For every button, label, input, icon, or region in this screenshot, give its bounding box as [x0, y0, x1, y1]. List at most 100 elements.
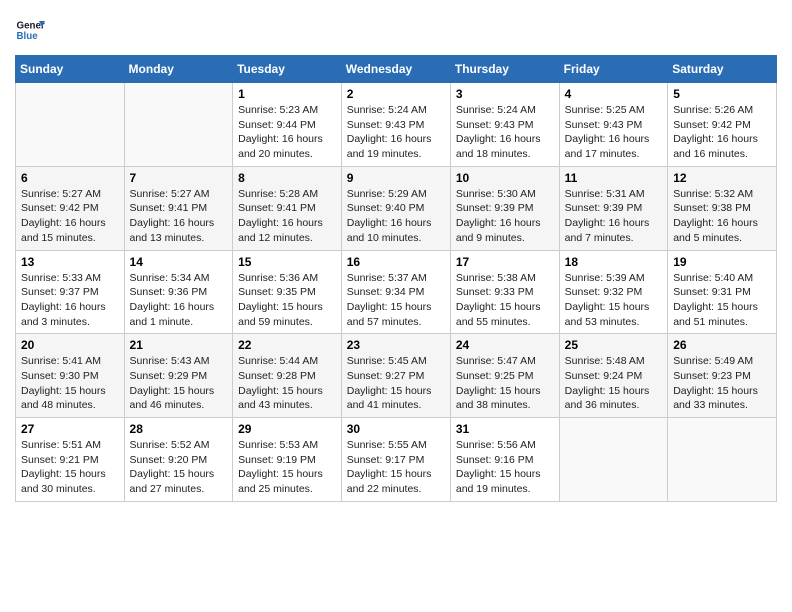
day-info: Sunrise: 5:53 AM Sunset: 9:19 PM Dayligh… [238, 438, 336, 497]
day-info: Sunrise: 5:26 AM Sunset: 9:42 PM Dayligh… [673, 103, 771, 162]
logo-icon: General Blue [15, 15, 45, 45]
day-info: Sunrise: 5:32 AM Sunset: 9:38 PM Dayligh… [673, 187, 771, 246]
day-number: 8 [238, 171, 336, 185]
day-info: Sunrise: 5:51 AM Sunset: 9:21 PM Dayligh… [21, 438, 119, 497]
day-number: 19 [673, 255, 771, 269]
calendar-cell: 9 Sunrise: 5:29 AM Sunset: 9:40 PM Daylig… [341, 166, 450, 250]
calendar-cell [559, 418, 668, 502]
calendar-cell: 18 Sunrise: 5:39 AM Sunset: 9:32 PM Dayli… [559, 250, 668, 334]
calendar-cell [668, 418, 777, 502]
calendar-body: 1 Sunrise: 5:23 AM Sunset: 9:44 PM Daylig… [16, 83, 777, 502]
day-number: 23 [347, 338, 445, 352]
day-info: Sunrise: 5:55 AM Sunset: 9:17 PM Dayligh… [347, 438, 445, 497]
day-info: Sunrise: 5:27 AM Sunset: 9:42 PM Dayligh… [21, 187, 119, 246]
day-number: 9 [347, 171, 445, 185]
week-row-3: 13 Sunrise: 5:33 AM Sunset: 9:37 PM Dayli… [16, 250, 777, 334]
day-number: 6 [21, 171, 119, 185]
page-header: General Blue [15, 15, 777, 45]
day-info: Sunrise: 5:28 AM Sunset: 9:41 PM Dayligh… [238, 187, 336, 246]
day-info: Sunrise: 5:47 AM Sunset: 9:25 PM Dayligh… [456, 354, 554, 413]
header-row: SundayMondayTuesdayWednesdayThursdayFrid… [16, 56, 777, 83]
week-row-5: 27 Sunrise: 5:51 AM Sunset: 9:21 PM Dayli… [16, 418, 777, 502]
day-info: Sunrise: 5:27 AM Sunset: 9:41 PM Dayligh… [130, 187, 228, 246]
calendar-cell: 24 Sunrise: 5:47 AM Sunset: 9:25 PM Dayli… [450, 334, 559, 418]
logo: General Blue [15, 15, 45, 45]
day-number: 18 [565, 255, 663, 269]
day-info: Sunrise: 5:45 AM Sunset: 9:27 PM Dayligh… [347, 354, 445, 413]
day-info: Sunrise: 5:37 AM Sunset: 9:34 PM Dayligh… [347, 271, 445, 330]
day-number: 3 [456, 87, 554, 101]
day-info: Sunrise: 5:56 AM Sunset: 9:16 PM Dayligh… [456, 438, 554, 497]
day-number: 22 [238, 338, 336, 352]
week-row-2: 6 Sunrise: 5:27 AM Sunset: 9:42 PM Daylig… [16, 166, 777, 250]
day-number: 20 [21, 338, 119, 352]
header-cell-sunday: Sunday [16, 56, 125, 83]
day-info: Sunrise: 5:31 AM Sunset: 9:39 PM Dayligh… [565, 187, 663, 246]
calendar-table: SundayMondayTuesdayWednesdayThursdayFrid… [15, 55, 777, 502]
calendar-cell: 28 Sunrise: 5:52 AM Sunset: 9:20 PM Dayli… [124, 418, 233, 502]
calendar-cell: 11 Sunrise: 5:31 AM Sunset: 9:39 PM Dayli… [559, 166, 668, 250]
calendar-cell: 16 Sunrise: 5:37 AM Sunset: 9:34 PM Dayli… [341, 250, 450, 334]
day-info: Sunrise: 5:30 AM Sunset: 9:39 PM Dayligh… [456, 187, 554, 246]
calendar-cell: 5Sunrise: 5:26 AM Sunset: 9:42 PM Daylig… [668, 83, 777, 167]
day-info: Sunrise: 5:49 AM Sunset: 9:23 PM Dayligh… [673, 354, 771, 413]
day-number: 21 [130, 338, 228, 352]
day-info: Sunrise: 5:39 AM Sunset: 9:32 PM Dayligh… [565, 271, 663, 330]
calendar-cell: 3Sunrise: 5:24 AM Sunset: 9:43 PM Daylig… [450, 83, 559, 167]
day-number: 11 [565, 171, 663, 185]
header-cell-monday: Monday [124, 56, 233, 83]
day-number: 27 [21, 422, 119, 436]
week-row-4: 20 Sunrise: 5:41 AM Sunset: 9:30 PM Dayli… [16, 334, 777, 418]
day-number: 2 [347, 87, 445, 101]
calendar-cell: 20 Sunrise: 5:41 AM Sunset: 9:30 PM Dayli… [16, 334, 125, 418]
header-cell-saturday: Saturday [668, 56, 777, 83]
day-info: Sunrise: 5:44 AM Sunset: 9:28 PM Dayligh… [238, 354, 336, 413]
day-number: 28 [130, 422, 228, 436]
day-number: 12 [673, 171, 771, 185]
calendar-cell: 2 Sunrise: 5:24 AM Sunset: 9:43 PM Daylig… [341, 83, 450, 167]
day-info: Sunrise: 5:52 AM Sunset: 9:20 PM Dayligh… [130, 438, 228, 497]
header-cell-wednesday: Wednesday [341, 56, 450, 83]
calendar-cell: 17Sunrise: 5:38 AM Sunset: 9:33 PM Dayli… [450, 250, 559, 334]
day-number: 16 [347, 255, 445, 269]
day-number: 1 [238, 87, 336, 101]
day-info: Sunrise: 5:25 AM Sunset: 9:43 PM Dayligh… [565, 103, 663, 162]
calendar-cell: 13 Sunrise: 5:33 AM Sunset: 9:37 PM Dayli… [16, 250, 125, 334]
calendar-cell: 31 Sunrise: 5:56 AM Sunset: 9:16 PM Dayli… [450, 418, 559, 502]
calendar-cell [16, 83, 125, 167]
day-info: Sunrise: 5:29 AM Sunset: 9:40 PM Dayligh… [347, 187, 445, 246]
day-number: 24 [456, 338, 554, 352]
day-info: Sunrise: 5:36 AM Sunset: 9:35 PM Dayligh… [238, 271, 336, 330]
calendar-cell: 19 Sunrise: 5:40 AM Sunset: 9:31 PM Dayli… [668, 250, 777, 334]
day-number: 14 [130, 255, 228, 269]
day-info: Sunrise: 5:41 AM Sunset: 9:30 PM Dayligh… [21, 354, 119, 413]
day-info: Sunrise: 5:43 AM Sunset: 9:29 PM Dayligh… [130, 354, 228, 413]
header-cell-friday: Friday [559, 56, 668, 83]
calendar-cell: 10 Sunrise: 5:30 AM Sunset: 9:39 PM Dayli… [450, 166, 559, 250]
calendar-cell [124, 83, 233, 167]
day-info: Sunrise: 5:23 AM Sunset: 9:44 PM Dayligh… [238, 103, 336, 162]
calendar-cell: 4 Sunrise: 5:25 AM Sunset: 9:43 PM Daylig… [559, 83, 668, 167]
day-info: Sunrise: 5:24 AM Sunset: 9:43 PM Dayligh… [347, 103, 445, 162]
calendar-cell: 25Sunrise: 5:48 AM Sunset: 9:24 PM Dayli… [559, 334, 668, 418]
calendar-cell: 8 Sunrise: 5:28 AM Sunset: 9:41 PM Daylig… [233, 166, 342, 250]
calendar-cell: 22 Sunrise: 5:44 AM Sunset: 9:28 PM Dayli… [233, 334, 342, 418]
day-info: Sunrise: 5:33 AM Sunset: 9:37 PM Dayligh… [21, 271, 119, 330]
day-number: 31 [456, 422, 554, 436]
day-number: 10 [456, 171, 554, 185]
header-cell-tuesday: Tuesday [233, 56, 342, 83]
svg-text:Blue: Blue [17, 31, 39, 42]
calendar-cell: 30Sunrise: 5:55 AM Sunset: 9:17 PM Dayli… [341, 418, 450, 502]
calendar-cell: 27 Sunrise: 5:51 AM Sunset: 9:21 PM Dayli… [16, 418, 125, 502]
week-row-1: 1 Sunrise: 5:23 AM Sunset: 9:44 PM Daylig… [16, 83, 777, 167]
day-number: 13 [21, 255, 119, 269]
day-number: 4 [565, 87, 663, 101]
header-cell-thursday: Thursday [450, 56, 559, 83]
calendar-cell: 21 Sunrise: 5:43 AM Sunset: 9:29 PM Dayli… [124, 334, 233, 418]
day-info: Sunrise: 5:48 AM Sunset: 9:24 PM Dayligh… [565, 354, 663, 413]
day-number: 15 [238, 255, 336, 269]
day-info: Sunrise: 5:38 AM Sunset: 9:33 PM Dayligh… [456, 271, 554, 330]
calendar-header: SundayMondayTuesdayWednesdayThursdayFrid… [16, 56, 777, 83]
day-info: Sunrise: 5:40 AM Sunset: 9:31 PM Dayligh… [673, 271, 771, 330]
day-info: Sunrise: 5:34 AM Sunset: 9:36 PM Dayligh… [130, 271, 228, 330]
